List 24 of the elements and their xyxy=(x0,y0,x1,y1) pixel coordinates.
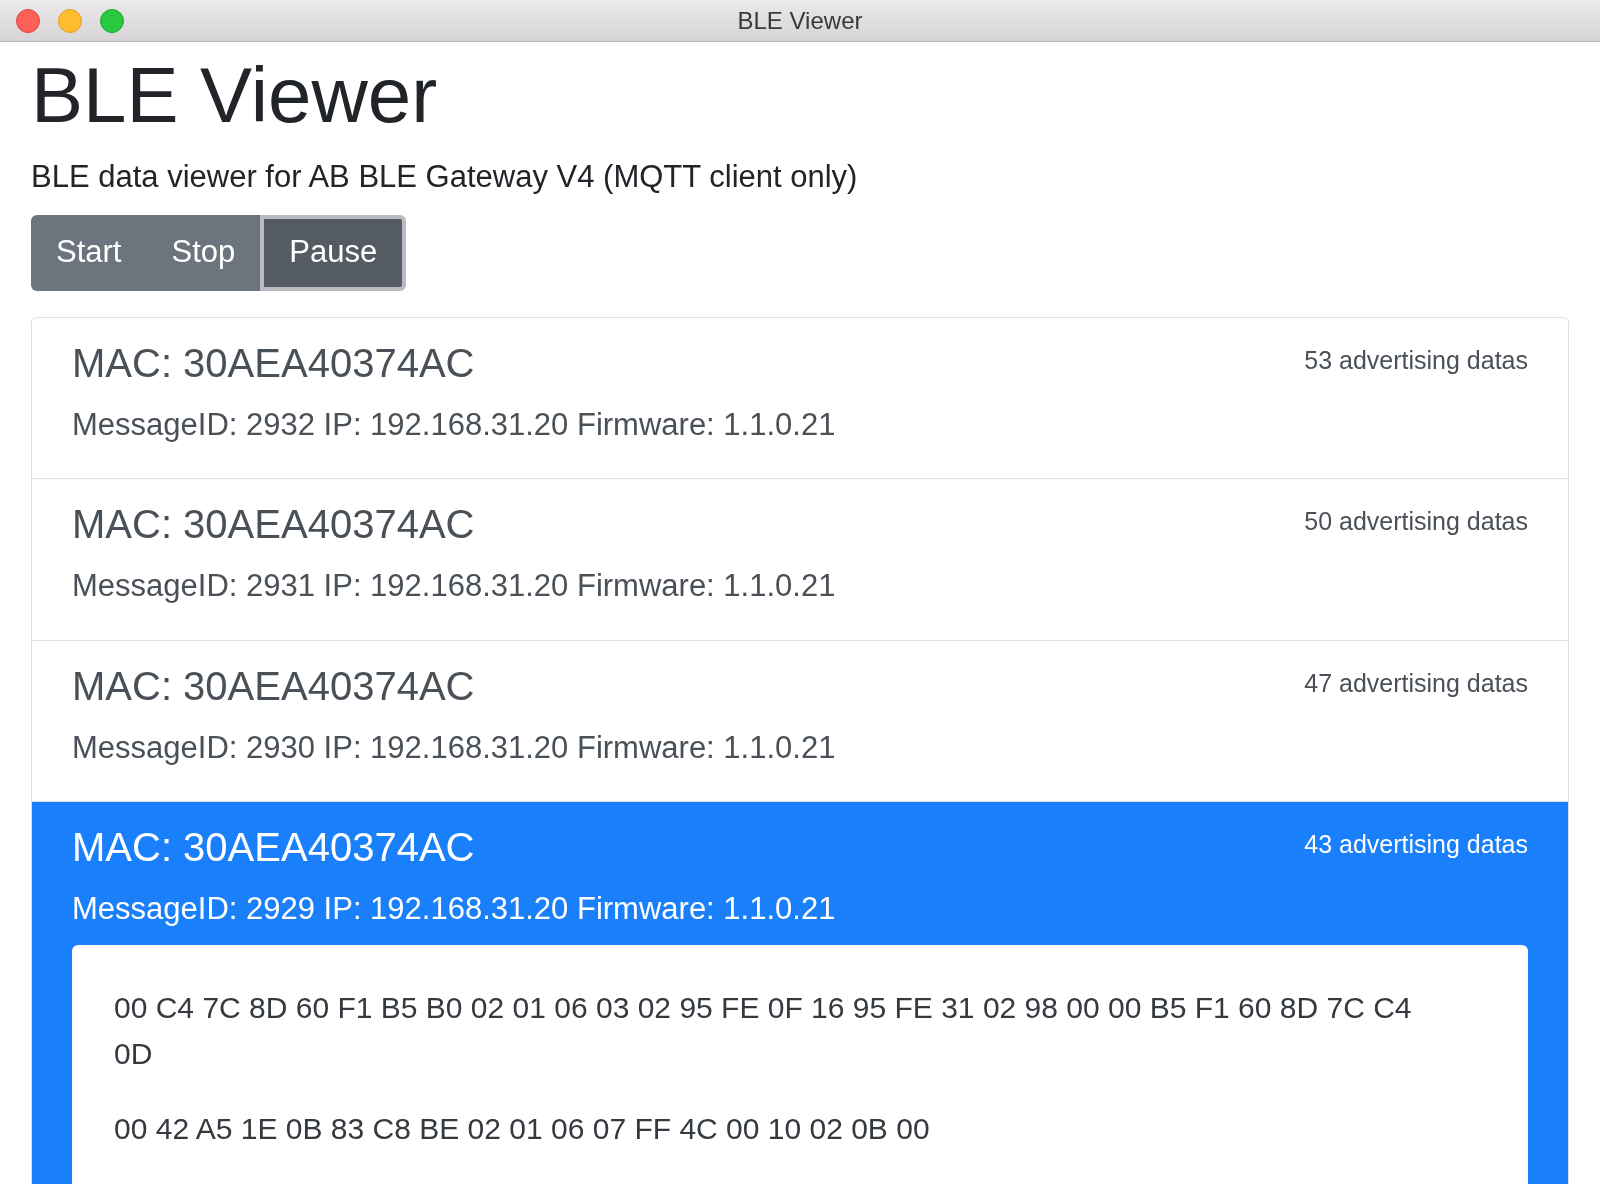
mac-address: MAC: 30AEA40374AC xyxy=(72,501,475,548)
toolbar-button[interactable]: Stop xyxy=(146,214,261,291)
advertising-data-line: 00 42 A5 1E 0B 83 C8 BE 02 01 06 07 FF 4C 00 10 02 0B 00 xyxy=(114,1110,931,1147)
page-heading: BLE Viewer xyxy=(31,56,439,134)
window-title: BLE Viewer xyxy=(737,5,863,36)
advertising-count: 50 advertising datas xyxy=(1304,506,1528,537)
message-details: MessageID: 2931 IP: 192.168.31.20 Firmware: 1.1.0.21 xyxy=(72,567,837,605)
subtitle: BLE data viewer for AB BLE Gateway V4 (MQTT client only) xyxy=(31,158,859,196)
message-details: MessageID: 2929 IP: 192.168.31.20 Firmware: 1.1.0.21 xyxy=(72,890,837,928)
mac-address: MAC: 30AEA40374AC xyxy=(72,339,475,387)
message-details: MessageID: 2932 IP: 192.168.31.20 Firmware: 1.1.0.21 xyxy=(72,405,837,444)
maximize-icon[interactable] xyxy=(100,8,124,33)
message-details: MessageID: 2930 IP: 192.168.31.20 Firmware: 1.1.0.21 xyxy=(72,728,837,767)
mac-address: MAC: 30AEA40374AC xyxy=(72,824,475,871)
minimize-icon[interactable] xyxy=(58,8,82,33)
toolbar-button[interactable]: Pause xyxy=(260,214,407,291)
message-item[interactable] xyxy=(32,801,1568,1184)
advertising-count: 53 advertising datas xyxy=(1304,344,1528,376)
advertising-count: 43 advertising datas xyxy=(1304,829,1528,860)
mac-address: MAC: 30AEA40374AC xyxy=(72,662,475,710)
toolbar-button[interactable]: Start xyxy=(31,214,147,291)
advertising-data-line: 00 C4 7C 8D 60 F1 B5 B0 02 01 06 03 02 95 FE 0F 16 95 FE 31 02 98 00 00 B5 F1 60 8D 7C C4 0D xyxy=(114,989,1413,1072)
advertising-count: 47 advertising datas xyxy=(1304,667,1528,699)
close-icon[interactable] xyxy=(16,8,40,33)
